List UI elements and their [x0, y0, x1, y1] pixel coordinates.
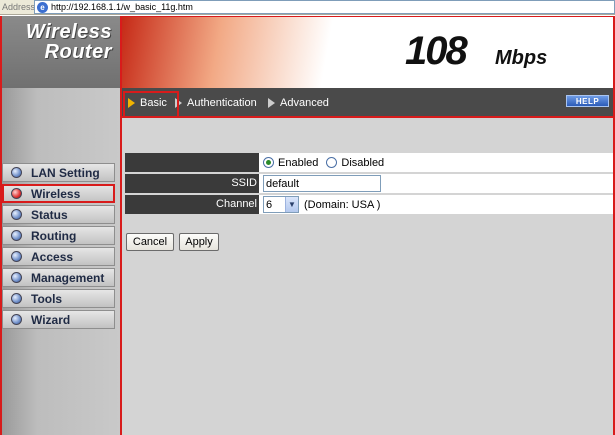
- apply-button[interactable]: Apply: [179, 233, 219, 251]
- url-input[interactable]: e http://192.168.1.1/w_basic_11g.htm: [34, 0, 615, 14]
- tab-bar: Basic Authentication Advanced HELP: [120, 88, 615, 125]
- tab-label: Authentication: [187, 97, 257, 109]
- help-button[interactable]: HELP: [566, 95, 609, 107]
- channel-row: Channel 6 ▼ (Domain: USA ): [125, 195, 613, 214]
- enable-value: Enabled Disabled: [259, 153, 613, 172]
- chevron-down-icon[interactable]: ▼: [285, 197, 298, 212]
- enable-label: [125, 153, 259, 172]
- bullet-icon: [11, 293, 22, 304]
- channel-select[interactable]: 6 ▼: [263, 196, 299, 213]
- bullet-icon: [11, 188, 22, 199]
- tab-label: Advanced: [280, 97, 329, 109]
- bullet-icon: [11, 314, 22, 325]
- channel-domain-note: (Domain: USA ): [304, 198, 381, 211]
- sidebar-item-label: Status: [31, 207, 68, 222]
- radio-selected-dot: [266, 160, 271, 165]
- ssid-row: SSID: [125, 174, 613, 193]
- radio-enabled-label: Enabled: [278, 156, 319, 169]
- sidebar-nav: LAN Setting Wireless Status Routing Acce…: [2, 163, 115, 331]
- bullet-icon: [11, 251, 22, 262]
- radio-disabled-label: Disabled: [341, 156, 385, 169]
- url-text: http://192.168.1.1/w_basic_11g.htm: [51, 2, 193, 12]
- bullet-icon: [11, 272, 22, 283]
- channel-selected-value: 6: [266, 198, 273, 211]
- sidebar-item-status[interactable]: Status: [2, 205, 115, 224]
- address-label: Address: [2, 2, 36, 12]
- logo-line-2: Router: [44, 41, 112, 63]
- address-bar: Address e http://192.168.1.1/w_basic_11g…: [0, 0, 615, 15]
- tab-authentication[interactable]: Authentication: [175, 97, 257, 109]
- radio-enabled[interactable]: [263, 157, 274, 168]
- radio-disabled[interactable]: [326, 157, 338, 168]
- sidebar-item-lan-setting[interactable]: LAN Setting: [2, 163, 115, 182]
- sidebar-item-label: LAN Setting: [31, 165, 100, 180]
- logo: Wireless Router: [2, 16, 120, 88]
- sidebar-item-label: Management: [31, 270, 105, 285]
- sidebar-item-label: Tools: [31, 291, 63, 306]
- arrow-right-icon: [268, 98, 275, 108]
- bullet-icon: [11, 167, 22, 178]
- speed-unit: Mbps: [495, 47, 548, 69]
- ssid-value: [259, 174, 613, 193]
- sidebar-item-label: Wizard: [31, 312, 71, 327]
- sidebar-item-access[interactable]: Access: [2, 247, 115, 266]
- sidebar-item-wireless[interactable]: Wireless: [2, 184, 115, 203]
- wireless-enable-row: Enabled Disabled: [125, 153, 613, 172]
- ssid-label: SSID: [125, 174, 259, 193]
- main-content: Enabled Disabled SSID Channel 6 ▼ (Domai…: [120, 118, 615, 435]
- speed-number: 108: [405, 29, 468, 73]
- sidebar-item-label: Wireless: [31, 186, 81, 201]
- ie-page-icon: e: [37, 1, 48, 13]
- bullet-icon: [11, 230, 22, 241]
- sidebar-item-routing[interactable]: Routing: [2, 226, 115, 245]
- sidebar-item-wizard[interactable]: Wizard: [2, 310, 115, 329]
- sidebar-item-label: Access: [31, 249, 74, 264]
- channel-label: Channel: [125, 195, 259, 214]
- sidebar-item-label: Routing: [31, 228, 77, 243]
- header-banner: 108 Mbps: [120, 16, 615, 88]
- tab-advanced[interactable]: Advanced: [268, 97, 329, 109]
- bullet-icon: [11, 209, 22, 220]
- channel-value: 6 ▼ (Domain: USA ): [259, 195, 613, 214]
- sidebar-item-tools[interactable]: Tools: [2, 289, 115, 308]
- ssid-input[interactable]: [263, 175, 381, 192]
- sidebar-item-management[interactable]: Management: [2, 268, 115, 287]
- cancel-button[interactable]: Cancel: [126, 233, 174, 251]
